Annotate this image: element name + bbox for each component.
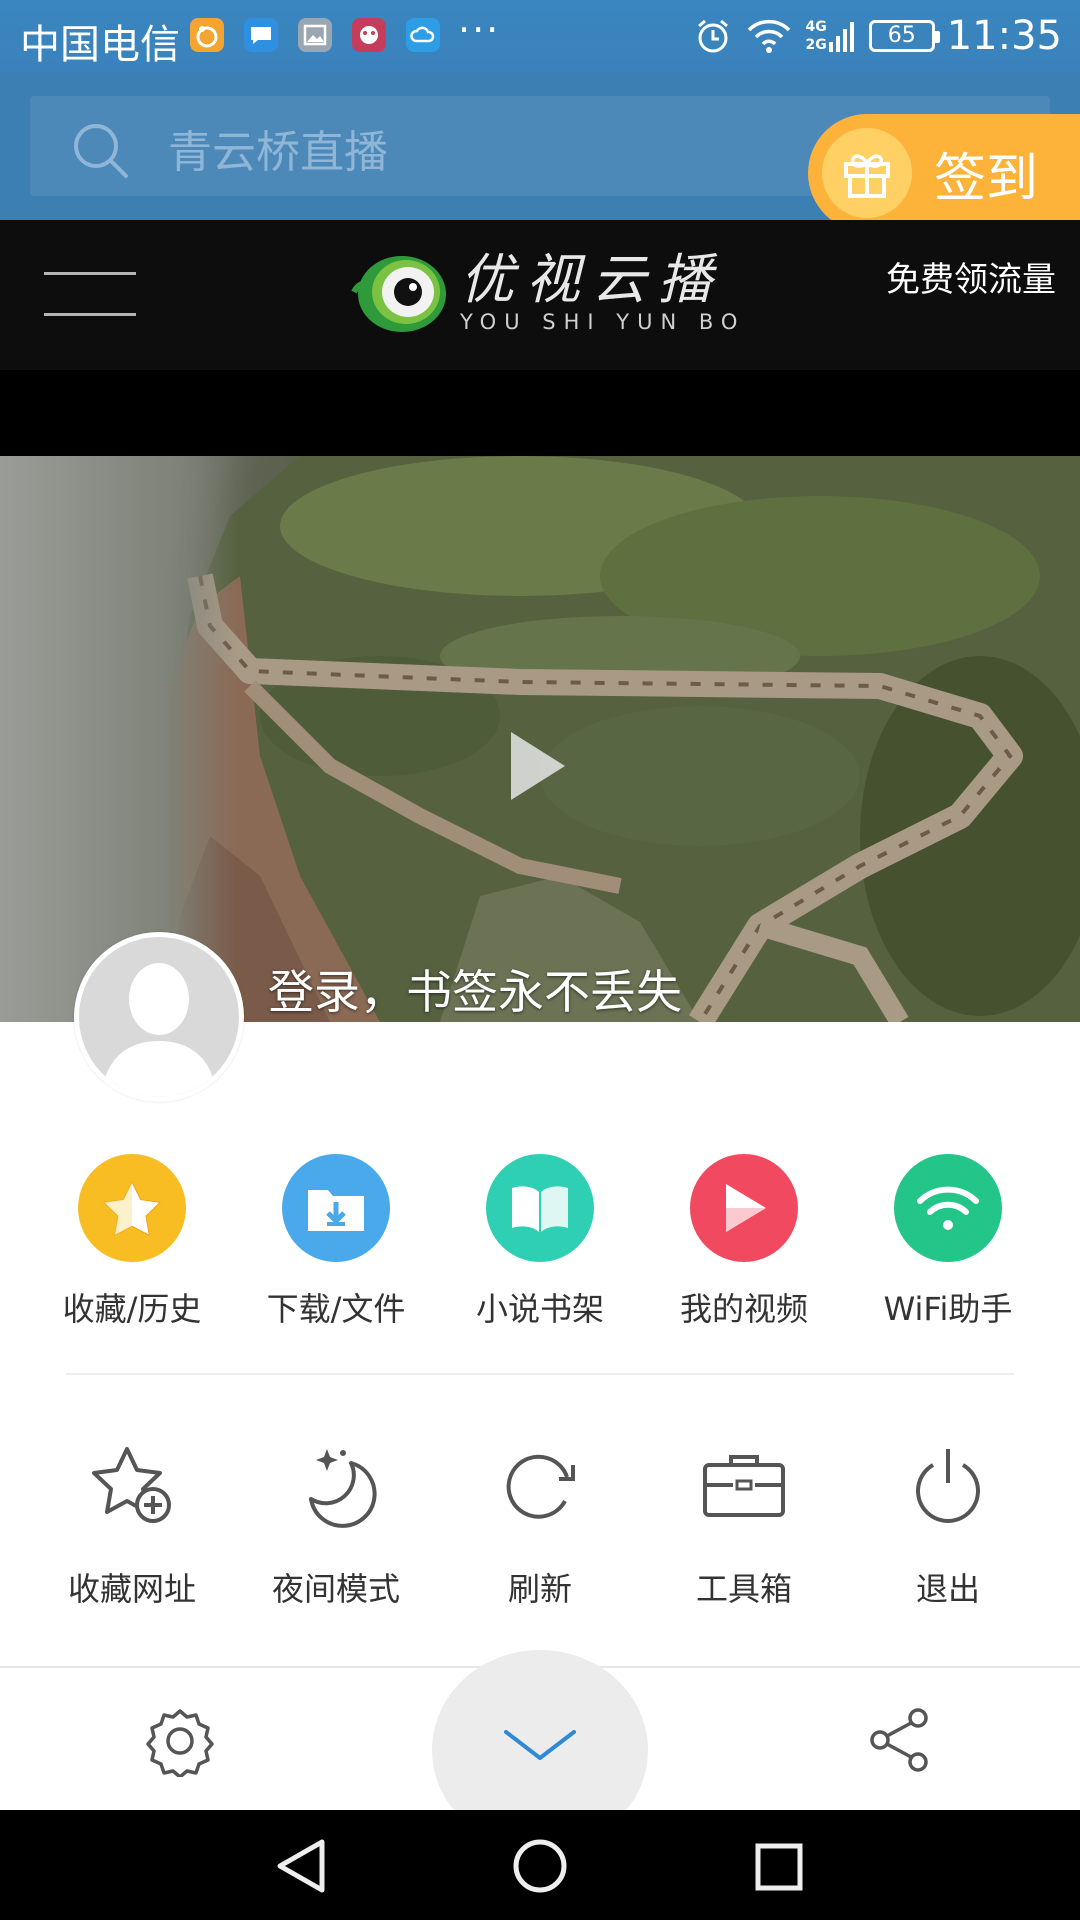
star-icon <box>78 1154 186 1262</box>
back-icon[interactable] <box>274 1838 328 1898</box>
eye-logo-icon <box>351 256 446 332</box>
toolbox-icon <box>690 1432 798 1540</box>
free-data-link[interactable]: 免费领流量 <box>886 252 1056 301</box>
alarm-icon <box>693 16 733 56</box>
quick-actions: 收藏/历史 下载/文件 小说书架 我的视频 WiFi助手 <box>30 1154 1080 1330</box>
quick-action-novel-shelf[interactable]: 小说书架 <box>438 1154 642 1330</box>
logo-english-text: YOU SHI YUN BO <box>460 310 746 334</box>
tool-exit[interactable]: 退出 <box>846 1432 1050 1610</box>
tool-label: 工具箱 <box>695 1570 792 1608</box>
quick-action-favorites-history[interactable]: 收藏/历史 <box>30 1154 234 1330</box>
chevron-down-icon <box>502 1726 578 1766</box>
cell-signal-icon: 4G 2G <box>805 16 856 56</box>
network-type-4g: 4G <box>805 19 827 35</box>
play-icon <box>690 1154 798 1262</box>
tool-night-mode[interactable]: 夜间模式 <box>234 1432 438 1610</box>
game-icon <box>352 18 386 52</box>
refresh-icon <box>486 1432 594 1540</box>
bookmark-add-icon <box>78 1432 186 1540</box>
tool-label: 收藏网址 <box>67 1570 196 1608</box>
power-icon <box>894 1432 1002 1540</box>
avatar[interactable] <box>74 932 244 1102</box>
user-silhouette-icon <box>101 963 217 1097</box>
search-icon <box>70 120 132 186</box>
app-header: 优视云播 YOU SHI YUN BO 免费领流量 <box>0 220 1080 370</box>
cloud-icon <box>406 18 440 52</box>
tool-label: 刷新 <box>507 1570 572 1608</box>
settings-icon[interactable] <box>144 1705 216 1781</box>
gallery-icon <box>298 18 332 52</box>
system-navigation-bar <box>0 1810 1080 1920</box>
signin-button[interactable]: 签到 <box>808 114 1080 232</box>
quick-action-label: WiFi助手 <box>883 1290 1013 1328</box>
section-divider <box>66 1373 1014 1375</box>
login-prompt[interactable]: 登录，书签永不丢失 <box>268 956 682 1022</box>
tool-label: 退出 <box>915 1570 980 1608</box>
download-folder-icon <box>282 1154 390 1262</box>
status-bar: 中国电信 ··· 4G 2G 65 11:35 <box>0 0 1080 72</box>
book-icon <box>486 1154 594 1262</box>
network-type-2g: 2G <box>805 37 827 53</box>
battery-indicator: 65 <box>868 20 940 52</box>
logo-chinese-text: 优视云播 <box>460 248 724 311</box>
more-notifications: ··· <box>458 8 501 52</box>
quick-action-label: 下载/文件 <box>266 1290 406 1328</box>
moon-icon <box>282 1432 390 1540</box>
quick-action-my-videos[interactable]: 我的视频 <box>642 1154 846 1330</box>
header-spacer <box>0 370 1080 456</box>
app-logo: 优视云播 YOU SHI YUN BO <box>350 246 745 338</box>
clock: 11:35 <box>946 13 1062 59</box>
tool-bookmark-url[interactable]: 收藏网址 <box>30 1432 234 1610</box>
wifi-signal-icon <box>745 16 793 56</box>
quick-action-downloads[interactable]: 下载/文件 <box>234 1154 438 1330</box>
tool-toolbox[interactable]: 工具箱 <box>642 1432 846 1610</box>
recent-apps-icon[interactable] <box>754 1842 804 1896</box>
wifi-icon <box>894 1154 1002 1262</box>
quick-action-label: 我的视频 <box>679 1290 808 1328</box>
quick-action-label: 小说书架 <box>475 1290 604 1328</box>
uc-browser-icon <box>190 18 224 52</box>
message-icon <box>244 18 278 52</box>
quick-action-wifi-assistant[interactable]: WiFi助手 <box>846 1154 1050 1330</box>
tool-label: 夜间模式 <box>271 1570 400 1608</box>
share-icon[interactable] <box>866 1706 934 1778</box>
search-placeholder: 青云桥直播 <box>168 127 388 178</box>
quick-action-label: 收藏/历史 <box>62 1290 202 1328</box>
home-icon[interactable] <box>512 1838 568 1898</box>
menu-icon[interactable] <box>44 272 136 316</box>
signin-label: 签到 <box>934 148 1039 209</box>
carrier-name: 中国电信 <box>20 22 180 68</box>
gift-icon <box>822 128 912 218</box>
tool-refresh[interactable]: 刷新 <box>438 1432 642 1610</box>
tools-row: 收藏网址 夜间模式 刷新 工具箱 退出 <box>30 1432 1080 1610</box>
